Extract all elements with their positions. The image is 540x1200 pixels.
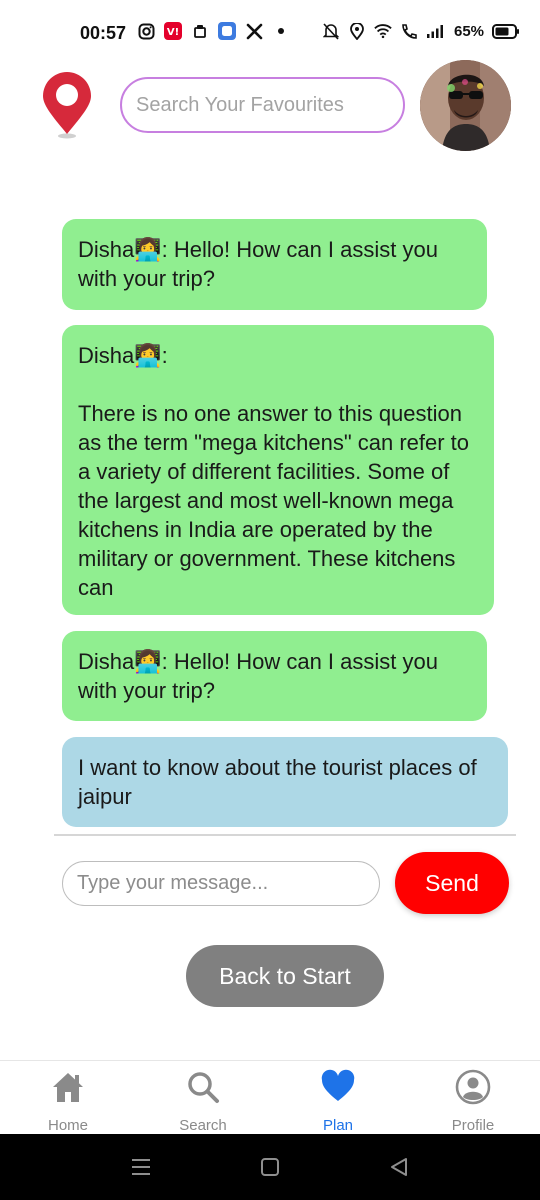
- location-icon: [348, 22, 366, 40]
- user-avatar[interactable]: [420, 60, 511, 151]
- bot-message: Disha👩‍💻: Hello! How can I assist you wi…: [62, 219, 487, 310]
- nav-plan-label: Plan: [322, 1117, 354, 1134]
- recent-apps-icon[interactable]: [130, 1156, 152, 1178]
- divider: [54, 834, 516, 836]
- dot-icon: [272, 22, 290, 40]
- search-favourites-input[interactable]: [120, 77, 405, 133]
- wifi-calling-icon: [400, 22, 418, 40]
- back-to-start-button[interactable]: Back to Start: [186, 945, 384, 1007]
- nav-profile-label: Profile: [451, 1117, 495, 1134]
- status-bar: 00:57 V! 65%: [0, 0, 540, 66]
- status-time: 00:57: [80, 23, 127, 43]
- x-icon: [245, 22, 263, 40]
- app-icon: [218, 22, 236, 40]
- svg-text:V!: V!: [167, 27, 179, 38]
- profile-icon: [455, 1069, 491, 1105]
- signal-icon: [426, 22, 444, 40]
- system-nav-bar: [0, 1134, 540, 1200]
- vi-app-icon: V!: [164, 22, 182, 40]
- home-button-icon[interactable]: [259, 1156, 281, 1178]
- send-button[interactable]: Send: [395, 852, 509, 914]
- nav-search[interactable]: Search: [143, 1061, 263, 1135]
- search-icon: [185, 1069, 221, 1105]
- notification-app-icon: [191, 22, 209, 40]
- battery-icon: [492, 22, 520, 40]
- home-icon: [50, 1069, 86, 1105]
- wifi-icon: [374, 22, 392, 40]
- nav-home-label: Home: [47, 1117, 88, 1134]
- nav-plan[interactable]: Plan: [278, 1061, 398, 1135]
- system-status-icons: 65%: [322, 22, 520, 40]
- nav-profile[interactable]: Profile: [413, 1061, 533, 1135]
- instagram-icon: [137, 22, 155, 40]
- heart-icon: [320, 1069, 356, 1105]
- bottom-nav: Home Search Plan Profile: [0, 1060, 540, 1134]
- bot-message: Disha👩‍💻: Hello! How can I assist you wi…: [62, 631, 487, 721]
- battery-level: 65%: [454, 22, 485, 40]
- message-input[interactable]: [62, 861, 380, 906]
- user-message: I want to know about the tourist places …: [62, 737, 508, 827]
- location-pin-logo[interactable]: [40, 70, 94, 140]
- mute-bell-icon: [322, 22, 340, 40]
- notification-icons: V!: [137, 22, 290, 40]
- back-icon[interactable]: [388, 1156, 410, 1178]
- nav-home[interactable]: Home: [8, 1061, 128, 1135]
- nav-search-label: Search: [179, 1117, 227, 1134]
- bot-message: Disha👩‍💻: There is no one answer to this…: [62, 325, 494, 615]
